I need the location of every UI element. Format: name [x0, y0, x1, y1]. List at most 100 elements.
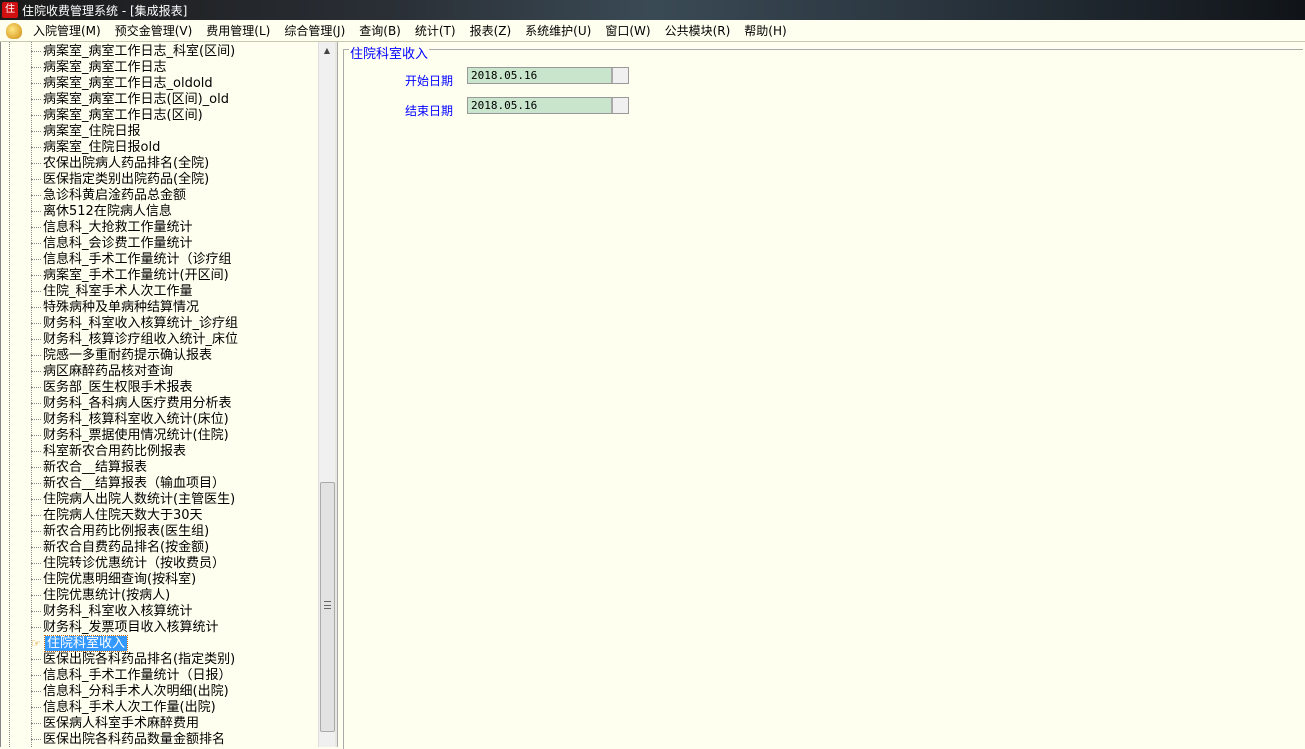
tree-connector	[31, 723, 41, 724]
menu-item[interactable]: 帮助(H)	[737, 22, 793, 39]
start-date-value[interactable]: 2018.05.16	[468, 68, 613, 83]
tree-connector	[31, 579, 41, 580]
tree-connector	[31, 435, 41, 436]
tree-item-label: 科室新农合用药比例报表	[43, 444, 187, 459]
tree-item[interactable]: 信息科_手术工作量统计（诊疗组	[31, 252, 232, 268]
tree-item[interactable]: 信息科_会诊费工作量统计	[31, 236, 193, 252]
tree-connector	[31, 739, 41, 740]
tree-item[interactable]: 病区麻醉药品核对查询	[31, 364, 173, 380]
menu-item[interactable]: 入院管理(M)	[26, 22, 108, 39]
tree-item-label: 信息科_手术人次工作量(出院)	[43, 700, 216, 715]
tree-item-label: 病案室_病室工作日志_科室(区间)	[43, 44, 236, 59]
tree-connector	[31, 195, 41, 196]
tree-item[interactable]: 离休512在院病人信息	[31, 204, 172, 220]
report-panel: 住院科室收入 开始日期 2018.05.16 结束日期 2018.05.16	[338, 42, 1305, 749]
tree-item[interactable]: 信息科_分科手术人次明细(出院)	[31, 684, 229, 700]
tree-item[interactable]: 病案室_病室工作日志(区间)_old	[31, 92, 229, 108]
tree-item[interactable]: 特殊病种及单病种结算情况	[31, 300, 199, 316]
scrollbar-thumb[interactable]	[320, 482, 335, 732]
tree-item-label: 病案室_病室工作日志(区间)	[43, 108, 203, 123]
tree-item-label: 信息科_手术工作量统计（日报）	[43, 668, 232, 683]
tree-connector	[31, 531, 41, 532]
tree-item-label: 信息科_会诊费工作量统计	[43, 236, 193, 251]
tree-item[interactable]: 财务科_发票项目收入核算统计	[31, 620, 219, 636]
tree-connector	[31, 243, 41, 244]
tree-item-label: 病案室_手术工作量统计(开区间)	[43, 268, 229, 283]
menu-item[interactable]: 综合管理(J)	[277, 22, 352, 39]
menu-item[interactable]: 统计(T)	[408, 22, 463, 39]
tree-item[interactable]: 财务科_科室收入核算统计	[31, 604, 193, 620]
tree-item[interactable]: 病案室_住院日报	[31, 124, 141, 140]
tree-item[interactable]: 财务科_各科病人医疗费用分析表	[31, 396, 232, 412]
tree-item-label: 财务科_各科病人医疗费用分析表	[43, 396, 232, 411]
tree-item[interactable]: 新农合用药比例报表(医生组)	[31, 524, 209, 540]
tree-item[interactable]: 住院病人出院人数统计(主管医生)	[31, 492, 235, 508]
end-date-field[interactable]: 2018.05.16	[467, 97, 629, 114]
tree-connector	[31, 627, 41, 628]
tree-item[interactable]: 财务科_核算诊疗组收入统计_床位	[31, 332, 238, 348]
tree-item[interactable]: 财务科_票据使用情况统计(住院)	[31, 428, 229, 444]
menu-item[interactable]: 报表(Z)	[463, 22, 519, 39]
tree-item[interactable]: 新农合自费药品排名(按金额)	[31, 540, 209, 556]
tree-item-label: 病案室_病室工作日志(区间)_old	[43, 92, 229, 107]
menu-item[interactable]: 费用管理(L)	[199, 22, 277, 39]
tree-item[interactable]: 信息科_手术工作量统计（日报）	[31, 668, 232, 684]
menu-item[interactable]: 系统维护(U)	[518, 22, 598, 39]
tree-item[interactable]: 财务科_核算科室收入统计(床位)	[31, 412, 229, 428]
tree-item-label: 财务科_发票项目收入核算统计	[43, 620, 219, 635]
start-date-field[interactable]: 2018.05.16	[467, 67, 629, 84]
menu-item[interactable]: 查询(B)	[352, 22, 408, 39]
tree-item[interactable]: 新农合__结算报表（输血项目）	[31, 476, 225, 492]
app-icon: 住	[2, 2, 18, 18]
tree-item-label: 院感一多重耐药提示确认报表	[43, 348, 213, 363]
tree-item[interactable]: 急诊科黄启淦药品总金额	[31, 188, 186, 204]
tree-guide-line	[9, 42, 10, 747]
tree-item[interactable]: 病案室_手术工作量统计(开区间)	[31, 268, 229, 284]
end-date-value[interactable]: 2018.05.16	[468, 98, 613, 113]
scroll-up-arrow-icon[interactable]: ▲	[319, 44, 335, 58]
start-date-dropdown-button[interactable]	[613, 68, 628, 83]
tree-item-label: 财务科_核算诊疗组收入统计_床位	[43, 332, 239, 347]
tree-item[interactable]: 住院优惠统计(按病人)	[31, 588, 170, 604]
tree-item[interactable]: 信息科_大抢救工作量统计	[31, 220, 193, 236]
tree-item-label: 医保指定类别出院药品(全院)	[43, 172, 210, 187]
tree-connector	[31, 499, 41, 500]
tree-item[interactable]: 科室新农合用药比例报表	[31, 444, 186, 460]
tree-item[interactable]: 病案室_病室工作日志_oldold	[31, 76, 213, 92]
tree-item-label: 在院病人住院天数大于30天	[43, 508, 203, 523]
tree-connector	[31, 419, 41, 420]
tree-item[interactable]: 病案室_住院日报old	[31, 140, 160, 156]
tree-item[interactable]: 新农合__结算报表	[31, 460, 147, 476]
menu-item[interactable]: 公共模块(R)	[658, 22, 738, 39]
tree-item[interactable]: 住院_科室手术人次工作量	[31, 284, 193, 300]
tree-connector	[31, 163, 41, 164]
tree-item[interactable]: 医保出院各科药品排名(指定类别)	[31, 652, 235, 668]
tree-item[interactable]: 农保出院病人药品排名(全院)	[31, 156, 209, 172]
tree-scrollbar[interactable]: ▲	[318, 42, 335, 747]
tree-item-label: 医保病人科室手术麻醉费用	[43, 716, 200, 731]
tree-connector	[31, 323, 41, 324]
tree-connector	[31, 179, 41, 180]
tree-item[interactable]: 院感一多重耐药提示确认报表	[31, 348, 212, 364]
tree-item[interactable]: 医务部_医生权限手术报表	[31, 380, 193, 396]
menu-item[interactable]: 窗口(W)	[598, 22, 657, 39]
tree-item[interactable]: 住院优惠明细查询(按科室)	[31, 572, 196, 588]
tree-item[interactable]: 在院病人住院天数大于30天	[31, 508, 203, 524]
tree-item-label: 财务科_核算科室收入统计(床位)	[43, 412, 229, 427]
tree-item[interactable]: 医保指定类别出院药品(全院)	[31, 172, 209, 188]
tree-item[interactable]: 病案室_病室工作日志	[31, 60, 167, 76]
tree-item-label: 新农合__结算报表（输血项目）	[43, 476, 226, 491]
tree-item[interactable]: 医保病人科室手术麻醉费用	[31, 716, 199, 732]
tree-item[interactable]: 病案室_病室工作日志(区间)	[31, 108, 203, 124]
tree-item-selected[interactable]: ☞ 住院科室收入	[31, 635, 129, 652]
tree-item[interactable]: 财务科_科室收入核算统计_诊疗组	[31, 316, 238, 332]
tree-item-label: 财务科_票据使用情况统计(住院)	[43, 428, 229, 443]
tree-item[interactable]: 住院转诊优惠统计（按收费员）	[31, 556, 225, 572]
end-date-dropdown-button[interactable]	[613, 98, 628, 113]
tree-item[interactable]: 病案室_病室工作日志_科室(区间)	[31, 44, 235, 60]
tree-connector	[31, 595, 41, 596]
menu-item[interactable]: 预交金管理(V)	[108, 22, 200, 39]
tree-item[interactable]: 信息科_手术人次工作量(出院)	[31, 700, 216, 716]
tree-item-label: 信息科_大抢救工作量统计	[43, 220, 193, 235]
tree-item[interactable]: 医保出院各科药品数量金额排名	[31, 732, 225, 747]
